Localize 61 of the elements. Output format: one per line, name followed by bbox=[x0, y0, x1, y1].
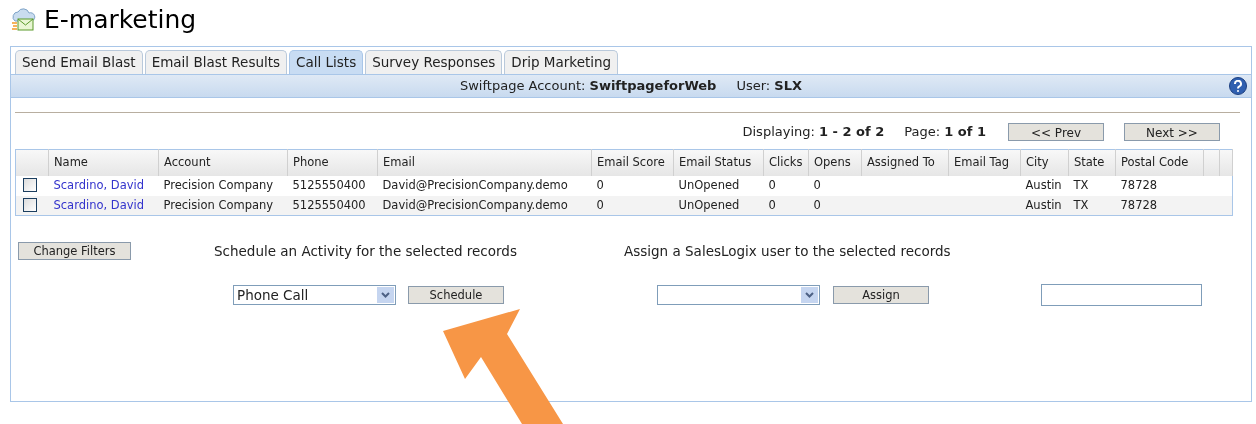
table-cell: TX bbox=[1073, 197, 1089, 212]
tab[interactable]: Drip Marketing bbox=[504, 50, 619, 74]
table-cell: 0 bbox=[813, 197, 821, 212]
table-cell: 0 bbox=[596, 197, 604, 212]
page-count: Page: 1 of 1 bbox=[904, 123, 986, 142]
table-cell: 0 bbox=[596, 177, 604, 192]
column-header[interactable]: Email Status bbox=[673, 149, 764, 176]
table-cell: Austin bbox=[1025, 197, 1062, 212]
table-cell: David@PrecisionCompany.demo bbox=[382, 197, 568, 212]
table-cell: UnOpened bbox=[678, 177, 740, 192]
column-header[interactable]: Phone bbox=[287, 149, 378, 176]
column-header[interactable]: Email bbox=[377, 149, 592, 176]
table-cell: 0 bbox=[768, 177, 776, 192]
column-header[interactable]: Name bbox=[48, 149, 159, 176]
table-cell: 5125550400 bbox=[292, 197, 366, 212]
user-dropdown[interactable] bbox=[657, 285, 820, 305]
activity-dropdown[interactable]: Phone Call bbox=[233, 285, 396, 305]
account-info: Swiftpage Account: SwiftpageforWeb bbox=[459, 77, 717, 96]
column-header[interactable]: Assigned To bbox=[861, 149, 949, 176]
cloud-mail-icon bbox=[10, 7, 36, 33]
caret-icon[interactable] bbox=[801, 287, 818, 303]
tab[interactable]: Send Email Blast bbox=[15, 50, 143, 74]
prev-button[interactable]: << Prev bbox=[1008, 123, 1104, 141]
page-title: E-marketing bbox=[44, 4, 197, 37]
schedule-button[interactable]: Schedule bbox=[408, 286, 504, 304]
row-checkbox[interactable] bbox=[23, 178, 37, 193]
tab[interactable]: Survey Responses bbox=[365, 50, 503, 74]
table-cell: 78728 bbox=[1120, 177, 1158, 192]
tab[interactable]: Call Lists bbox=[289, 50, 364, 74]
assign-button[interactable]: Assign bbox=[833, 286, 929, 304]
column-header[interactable]: State bbox=[1068, 149, 1116, 176]
column-header[interactable]: Account bbox=[158, 149, 288, 176]
assign-heading: Assign a SalesLogix user to the selected records bbox=[624, 241, 951, 261]
table-cell: 0 bbox=[768, 197, 776, 212]
table-cell: 78728 bbox=[1120, 197, 1158, 212]
name-link[interactable]: Scardino, David bbox=[53, 177, 145, 192]
next-button[interactable]: Next >> bbox=[1124, 123, 1220, 141]
column-header[interactable]: Clicks bbox=[763, 149, 809, 176]
row-checkbox[interactable] bbox=[23, 198, 37, 213]
column-header[interactable]: Postal Code bbox=[1115, 149, 1204, 176]
column-header[interactable]: Email Score bbox=[591, 149, 674, 176]
column-header[interactable]: Email Tag bbox=[948, 149, 1021, 176]
table-cell: Austin bbox=[1025, 177, 1062, 192]
column-header[interactable]: City bbox=[1020, 149, 1069, 176]
displaying-count: Displaying: 1 - 2 of 2 bbox=[742, 123, 885, 142]
table-cell: 0 bbox=[813, 177, 821, 192]
help-icon[interactable] bbox=[1229, 77, 1247, 95]
table-cell: UnOpened bbox=[678, 197, 740, 212]
column-header[interactable]: Opens bbox=[808, 149, 862, 176]
change-filters-button[interactable]: Change Filters bbox=[18, 242, 131, 260]
user-info: User: SLX bbox=[736, 77, 802, 96]
table-cell: TX bbox=[1073, 177, 1089, 192]
input-field[interactable] bbox=[1041, 284, 1202, 306]
table-cell: 5125550400 bbox=[292, 177, 366, 192]
caret-icon[interactable] bbox=[377, 287, 394, 303]
table-cell: Precision Company bbox=[163, 177, 274, 192]
name-link[interactable]: Scardino, David bbox=[53, 197, 145, 212]
schedule-heading: Schedule an Activity for the selected records bbox=[214, 241, 518, 261]
table-cell: Precision Company bbox=[163, 197, 274, 212]
table-cell: David@PrecisionCompany.demo bbox=[382, 177, 568, 192]
tab[interactable]: Email Blast Results bbox=[144, 50, 288, 74]
